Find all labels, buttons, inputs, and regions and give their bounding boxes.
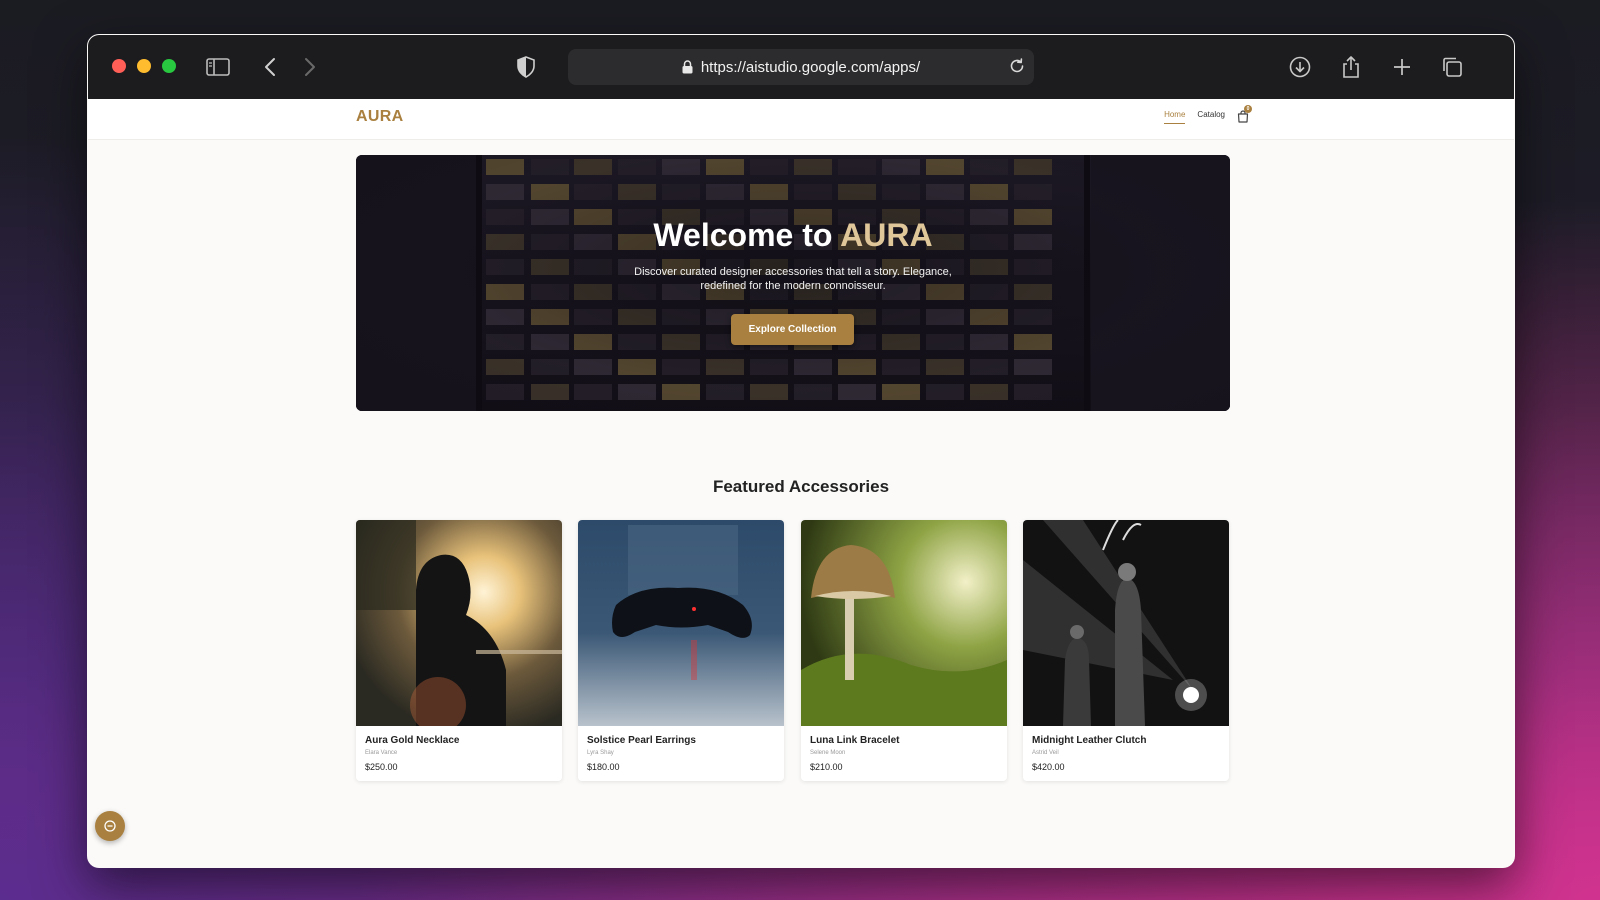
- product-card[interactable]: Midnight Leather Clutch Astrid Veil $420…: [1023, 520, 1229, 781]
- product-price: $180.00: [587, 762, 620, 772]
- share-icon[interactable]: [1337, 53, 1365, 81]
- product-image-necklace: [356, 520, 562, 726]
- product-price: $250.00: [365, 762, 398, 772]
- explore-collection-button[interactable]: Explore Collection: [731, 314, 854, 345]
- minus-circle-icon: [104, 820, 116, 832]
- download-icon[interactable]: [1286, 53, 1314, 81]
- product-designer: Elara Vance: [365, 750, 398, 756]
- sidebar-icon[interactable]: [204, 53, 232, 81]
- product-designer: Lyra Shay: [587, 750, 614, 756]
- featured-section-title: Featured Accessories: [712, 477, 890, 496]
- cart-icon[interactable]: 0: [1237, 105, 1252, 124]
- hero-title: Welcome to AURA: [356, 217, 1230, 254]
- nav-home-link[interactable]: Home: [1164, 110, 1186, 124]
- product-card[interactable]: Aura Gold Necklace Elara Vance $250.00: [356, 520, 562, 781]
- product-name[interactable]: Aura Gold Necklace: [365, 735, 459, 746]
- cart-count-badge: 0: [1244, 105, 1252, 113]
- hero-title-prefix: Welcome to: [653, 217, 841, 253]
- product-price: $420.00: [1032, 762, 1065, 772]
- address-bar[interactable]: https://aistudio.google.com/apps/: [568, 49, 1034, 85]
- site-logo[interactable]: AURA: [356, 108, 403, 126]
- hero-subtitle: Discover curated designer accessories th…: [634, 266, 952, 292]
- product-image-clutch: [1023, 520, 1229, 726]
- product-designer: Selene Moon: [810, 750, 846, 756]
- product-name[interactable]: Solstice Pearl Earrings: [587, 735, 696, 746]
- product-name[interactable]: Luna Link Bracelet: [810, 735, 899, 746]
- hero-banner: Welcome to AURA Discover curated designe…: [356, 155, 1230, 411]
- browser-toolbar: https://aistudio.google.com/apps/: [88, 35, 1514, 100]
- new-tab-icon[interactable]: [1388, 53, 1416, 81]
- close-window-button[interactable]: [112, 59, 126, 73]
- feedback-float-button[interactable]: [95, 811, 125, 841]
- reload-icon[interactable]: [1008, 57, 1026, 79]
- product-card[interactable]: Luna Link Bracelet Selene Moon $210.00: [801, 520, 1007, 781]
- product-card[interactable]: Solstice Pearl Earrings Lyra Shay $180.0…: [578, 520, 784, 781]
- product-image-bracelet: [801, 520, 1007, 726]
- site-header: AURA Home Catalog 0: [88, 99, 1514, 140]
- tabs-icon[interactable]: [1438, 53, 1466, 81]
- url-text: https://aistudio.google.com/apps/: [700, 58, 921, 76]
- shield-icon[interactable]: [512, 53, 540, 81]
- hero-title-accent: AURA: [840, 217, 933, 253]
- minimize-window-button[interactable]: [137, 59, 151, 73]
- zoom-window-button[interactable]: [162, 59, 176, 73]
- nav-catalog-link[interactable]: Catalog: [1197, 110, 1225, 124]
- page-viewport: AURA Home Catalog 0 Welcome to AURA Disc…: [88, 99, 1514, 867]
- product-designer: Astrid Veil: [1032, 750, 1059, 756]
- product-price: $210.00: [810, 762, 843, 772]
- browser-window: https://aistudio.google.com/apps/ AURA H…: [87, 34, 1515, 868]
- forward-icon[interactable]: [296, 53, 324, 81]
- site-nav: Home Catalog 0: [1164, 105, 1252, 124]
- lock-icon: [682, 60, 693, 74]
- product-name[interactable]: Midnight Leather Clutch: [1032, 735, 1146, 746]
- product-image-earrings: [578, 520, 784, 726]
- back-icon[interactable]: [256, 53, 284, 81]
